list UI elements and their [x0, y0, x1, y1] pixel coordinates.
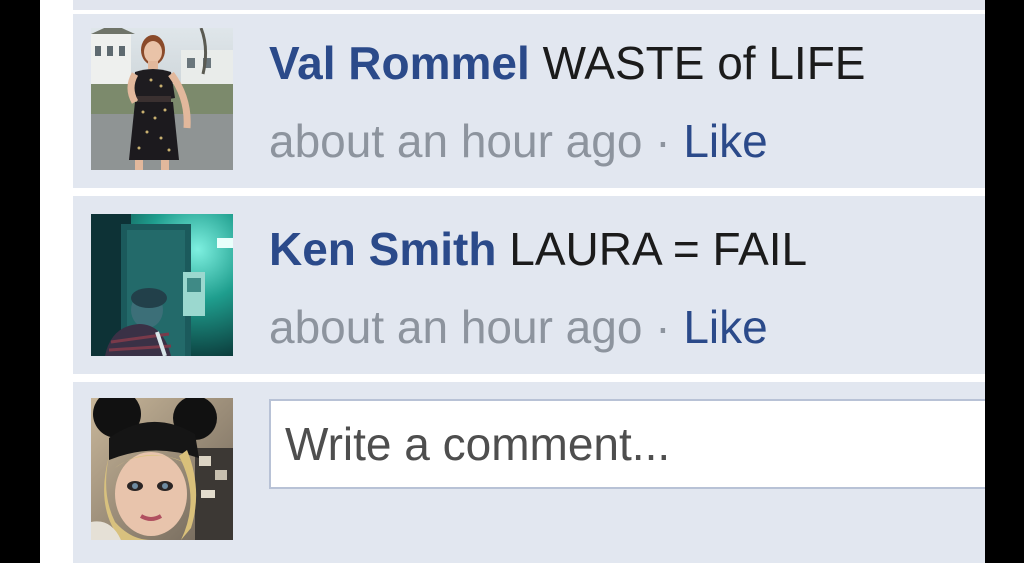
comment-timestamp[interactable]: about an hour ago [269, 301, 642, 353]
comment-composer [73, 382, 985, 563]
comment-meta: about an hour ago · Like [269, 300, 768, 354]
letterbox-bar [985, 0, 1024, 563]
comment-timestamp[interactable]: about an hour ago [269, 115, 642, 167]
comment-author-link[interactable]: Ken Smith [269, 223, 496, 275]
profile-photo-icon [91, 214, 233, 356]
comment-feed: Val Rommel WASTE of LIFE about an hour a… [73, 0, 985, 563]
comment-item: Val Rommel WASTE of LIFE about an hour a… [73, 14, 985, 188]
profile-photo-icon [91, 398, 233, 540]
commenter-avatar[interactable] [91, 28, 233, 170]
feed-top-divider [73, 0, 985, 10]
comment-body: Ken Smith LAURA = FAIL [269, 222, 807, 276]
meta-separator: · [655, 301, 671, 353]
current-user-avatar[interactable] [91, 398, 233, 540]
comment-body: Val Rommel WASTE of LIFE [269, 36, 865, 90]
like-link[interactable]: Like [683, 301, 767, 353]
like-link[interactable]: Like [683, 115, 767, 167]
comment-item: Ken Smith LAURA = FAIL about an hour ago… [73, 196, 985, 374]
commenter-avatar[interactable] [91, 214, 233, 356]
screen: Val Rommel WASTE of LIFE about an hour a… [40, 0, 985, 563]
comment-text: LAURA = FAIL [509, 223, 808, 275]
comment-text: WASTE of LIFE [542, 37, 866, 89]
comment-meta: about an hour ago · Like [269, 114, 768, 168]
comment-input[interactable] [269, 399, 985, 489]
meta-separator: · [655, 115, 671, 167]
comment-author-link[interactable]: Val Rommel [269, 37, 530, 89]
profile-photo-icon [91, 28, 233, 170]
